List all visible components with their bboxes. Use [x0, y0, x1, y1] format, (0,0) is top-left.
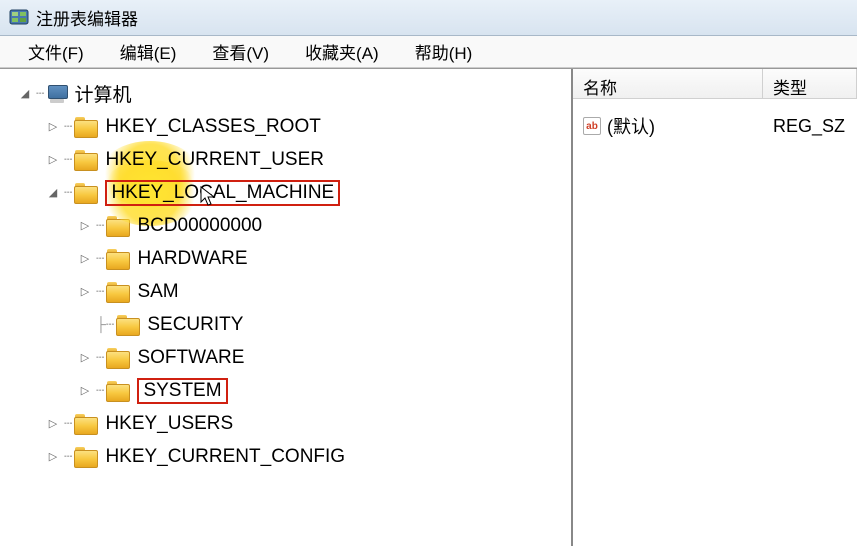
tree-node-computer[interactable]: ◢ ┄ 计算机 [0, 77, 571, 110]
string-value-icon: ab [583, 117, 601, 135]
window-title: 注册表编辑器 [36, 5, 138, 30]
collapse-icon[interactable]: ◢ [46, 186, 60, 200]
menu-edit[interactable]: 编辑(E) [102, 35, 195, 68]
list-panel: 名称 类型 ab (默认) REG_SZ [573, 69, 857, 546]
tree-node-software[interactable]: ▷ ┄ SOFTWARE [0, 341, 571, 374]
tree-node-security[interactable]: ▷ ├┄ SECURITY [0, 308, 571, 341]
node-label: HKEY_USERS [105, 413, 233, 435]
node-label: HKEY_LOCAL_MACHINE [105, 180, 340, 206]
folder-icon [74, 414, 98, 434]
menubar: 文件(F) 编辑(E) 查看(V) 收藏夹(A) 帮助(H) [0, 36, 857, 68]
folder-icon [116, 315, 140, 335]
tree-node-bcd[interactable]: ▷ ┄ BCD00000000 [0, 209, 571, 242]
node-label: HKEY_CURRENT_USER [105, 149, 324, 171]
tree-node-hkcr[interactable]: ▷ ┄ HKEY_CLASSES_ROOT [0, 110, 571, 143]
tree-node-hkcu[interactable]: ▷ ┄ HKEY_CURRENT_USER [0, 143, 571, 176]
node-label: BCD00000000 [137, 215, 262, 237]
column-header-type[interactable]: 类型 [763, 69, 857, 98]
tree-node-system[interactable]: ▷ ┄ SYSTEM [0, 374, 571, 407]
menu-help[interactable]: 帮助(H) [397, 35, 491, 68]
value-name-cell: ab (默认) [573, 111, 763, 141]
tree-line: ┄ [64, 184, 72, 201]
column-header-name[interactable]: 名称 [573, 69, 763, 98]
tree-line: ┄ [64, 415, 72, 432]
expand-icon[interactable]: ▷ [78, 252, 92, 266]
tree-node-hkcc[interactable]: ▷ ┄ HKEY_CURRENT_CONFIG [0, 440, 571, 473]
expand-icon[interactable]: ▷ [46, 120, 60, 134]
folder-icon [74, 150, 98, 170]
folder-icon [106, 216, 130, 236]
computer-icon [46, 85, 68, 103]
collapse-icon[interactable]: ◢ [18, 87, 32, 101]
value-type-cell: REG_SZ [763, 111, 857, 141]
tree-line: ┄ [64, 151, 72, 168]
tree-line: ┄ [96, 217, 104, 234]
tree-line: ├┄ [96, 316, 114, 333]
expand-icon[interactable]: ▷ [78, 351, 92, 365]
tree-line: ┄ [36, 85, 44, 102]
titlebar: 注册表编辑器 [0, 0, 857, 36]
tree-node-sam[interactable]: ▷ ┄ SAM [0, 275, 571, 308]
expand-icon[interactable]: ▷ [78, 384, 92, 398]
expand-icon[interactable]: ▷ [78, 219, 92, 233]
tree-node-hku[interactable]: ▷ ┄ HKEY_USERS [0, 407, 571, 440]
folder-icon [106, 249, 130, 269]
node-label: HKEY_CURRENT_CONFIG [105, 446, 345, 468]
node-label: HARDWARE [137, 248, 247, 270]
list-header: 名称 类型 [573, 69, 857, 99]
node-label: SAM [137, 281, 178, 303]
tree-line: ┄ [96, 349, 104, 366]
list-body[interactable]: ab (默认) REG_SZ [573, 99, 857, 546]
tree-node-hklm[interactable]: ◢ ┄ HKEY_LOCAL_MACHINE [0, 176, 571, 209]
content-area: ◢ ┄ 计算机 ▷ ┄ HKEY_CLASSES_ROOT ▷ ┄ HKEY_C… [0, 68, 857, 546]
folder-icon [74, 183, 98, 203]
folder-icon [74, 447, 98, 467]
node-label: SYSTEM [137, 378, 227, 404]
node-label: SOFTWARE [137, 347, 244, 369]
tree-line: ┄ [64, 448, 72, 465]
node-label: SECURITY [147, 314, 243, 336]
node-label: 计算机 [74, 80, 131, 107]
tree-line: ┄ [96, 283, 104, 300]
folder-icon [106, 381, 130, 401]
tree-panel[interactable]: ◢ ┄ 计算机 ▷ ┄ HKEY_CLASSES_ROOT ▷ ┄ HKEY_C… [0, 69, 573, 546]
expand-icon[interactable]: ▷ [46, 153, 60, 167]
menu-view[interactable]: 查看(V) [194, 35, 287, 68]
app-icon [8, 7, 30, 29]
tree-line: ┄ [64, 118, 72, 135]
folder-icon [106, 282, 130, 302]
menu-file[interactable]: 文件(F) [10, 35, 102, 68]
list-row[interactable]: ab (默认) REG_SZ [573, 107, 857, 145]
tree-line: ┄ [96, 250, 104, 267]
folder-icon [106, 348, 130, 368]
tree-node-hardware[interactable]: ▷ ┄ HARDWARE [0, 242, 571, 275]
node-label: HKEY_CLASSES_ROOT [105, 116, 320, 138]
menu-favorites[interactable]: 收藏夹(A) [287, 35, 397, 68]
expand-icon[interactable]: ▷ [78, 285, 92, 299]
tree-line: ┄ [96, 382, 104, 399]
expand-icon[interactable]: ▷ [46, 417, 60, 431]
value-name: (默认) [607, 113, 655, 139]
folder-icon [74, 117, 98, 137]
expand-icon[interactable]: ▷ [46, 450, 60, 464]
